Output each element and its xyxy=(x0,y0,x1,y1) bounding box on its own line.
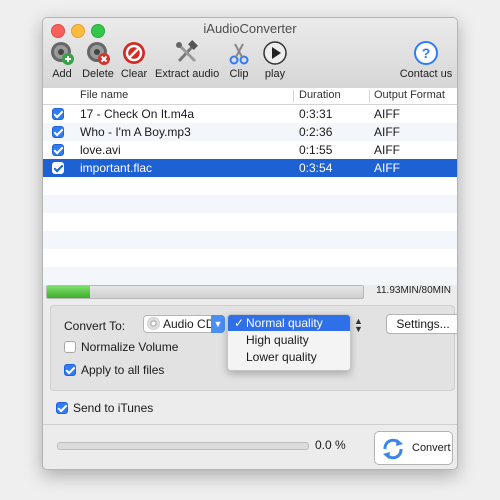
chevron-down-icon[interactable]: ▼ xyxy=(211,315,225,333)
target-format-popup[interactable]: Audio CD ▼ xyxy=(143,315,225,333)
convert-button[interactable]: Convert xyxy=(374,431,453,465)
row-checkbox[interactable] xyxy=(52,162,64,174)
file-name-cell: Who - I'm A Boy.mp3 xyxy=(80,125,191,139)
column-divider xyxy=(369,90,370,102)
menu-item-label: Lower quality xyxy=(246,350,317,364)
empty-row xyxy=(43,231,457,249)
capacity-bar-fill xyxy=(47,286,90,298)
add-file-icon xyxy=(49,40,75,66)
app-window: iAudioConverter Add Delete Clear Extract… xyxy=(42,17,458,470)
column-divider xyxy=(293,90,294,102)
settings-button[interactable]: Settings... xyxy=(386,314,457,334)
file-name-cell: important.flac xyxy=(80,161,153,175)
row-checkbox[interactable] xyxy=(52,126,64,138)
format-cell: AIFF xyxy=(374,125,400,139)
duration-cell: 0:2:36 xyxy=(299,125,333,139)
menu-item-label: High quality xyxy=(246,333,309,347)
quality-menu[interactable]: ✓ Normal quality High quality Lower qual… xyxy=(227,314,351,371)
titlebar: iAudioConverter Add Delete Clear Extract… xyxy=(43,18,457,89)
capacity-area: 11.93MIN/80MIN xyxy=(43,281,457,303)
add-button[interactable]: Add xyxy=(47,40,77,80)
file-name-cell: 17 - Check On It.m4a xyxy=(80,107,195,121)
empty-row xyxy=(43,249,457,267)
duration-cell: 0:1:55 xyxy=(299,143,333,157)
clear-button[interactable]: Clear xyxy=(119,40,149,80)
delete-button[interactable]: Delete xyxy=(81,40,115,80)
play-icon xyxy=(262,40,288,66)
file-name-cell: love.avi xyxy=(80,143,121,157)
target-format-value: Audio CD xyxy=(163,317,215,331)
table-row[interactable]: love.avi 0:1:55 AIFF xyxy=(43,141,457,159)
empty-row xyxy=(43,177,457,195)
normalize-volume-label: Normalize Volume xyxy=(81,340,179,354)
extract-audio-button[interactable]: Extract audio xyxy=(155,40,219,80)
contact-us-button[interactable]: ? Contact us xyxy=(399,40,453,80)
checkmark-icon: ✓ xyxy=(234,316,245,330)
add-label: Add xyxy=(52,68,72,80)
checkbox-box[interactable] xyxy=(56,402,68,414)
help-icon: ? xyxy=(413,40,439,66)
apply-all-label: Apply to all files xyxy=(81,363,165,377)
convert-refresh-icon xyxy=(381,437,405,461)
column-file-name[interactable]: File name xyxy=(80,89,128,101)
row-checkbox[interactable] xyxy=(52,144,64,156)
format-cell: AIFF xyxy=(374,161,400,175)
delete-label: Delete xyxy=(82,68,114,80)
convert-to-label: Convert To: xyxy=(64,319,126,333)
table-row[interactable]: Who - I'm A Boy.mp3 0:2:36 AIFF xyxy=(43,123,457,141)
duration-cell: 0:3:54 xyxy=(299,161,333,175)
send-to-itunes-label: Send to iTunes xyxy=(73,401,154,415)
divider xyxy=(43,424,457,425)
clip-button[interactable]: Clip xyxy=(225,40,253,80)
menu-item-high-quality[interactable]: High quality xyxy=(228,332,350,348)
extract-audio-label: Extract audio xyxy=(155,68,220,80)
table-header: File name Duration Output Format xyxy=(43,88,457,105)
contact-us-label: Contact us xyxy=(399,68,453,80)
empty-row xyxy=(43,213,457,231)
play-label: play xyxy=(264,68,286,80)
conversion-percent: 0.0 % xyxy=(315,438,346,452)
clip-label: Clip xyxy=(229,68,249,80)
clear-label: Clear xyxy=(120,68,148,80)
conversion-progress-bar xyxy=(57,442,309,450)
format-cell: AIFF xyxy=(374,107,400,121)
capacity-bar xyxy=(46,285,364,299)
play-button[interactable]: play xyxy=(261,40,289,80)
svg-text:?: ? xyxy=(422,45,431,61)
delete-file-icon xyxy=(85,40,111,66)
capacity-text: 11.93MIN/80MIN xyxy=(376,285,451,296)
table-row-selected[interactable]: important.flac 0:3:54 AIFF xyxy=(43,159,457,177)
window-title: iAudioConverter xyxy=(203,21,297,36)
checkbox-box[interactable] xyxy=(64,341,76,353)
table-row[interactable]: 17 - Check On It.m4a 0:3:31 AIFF xyxy=(43,105,457,123)
file-table[interactable]: File name Duration Output Format 17 - Ch… xyxy=(43,88,457,285)
empty-row xyxy=(43,195,457,213)
format-cell: AIFF xyxy=(374,143,400,157)
convert-label: Convert xyxy=(412,442,451,454)
column-duration[interactable]: Duration xyxy=(299,89,341,101)
column-output-format[interactable]: Output Format xyxy=(374,89,445,101)
cd-icon xyxy=(147,317,160,330)
quality-popup-arrows-icon[interactable]: ▲ ▼ xyxy=(354,317,364,334)
scissors-icon xyxy=(226,40,252,66)
checkbox-box[interactable] xyxy=(64,364,76,376)
menu-item-normal-quality[interactable]: ✓ Normal quality xyxy=(228,315,350,331)
menu-item-label: Normal quality xyxy=(246,316,323,330)
tools-icon xyxy=(174,40,200,66)
clear-icon xyxy=(121,40,147,66)
menu-item-lower-quality[interactable]: Lower quality xyxy=(228,349,350,365)
duration-cell: 0:3:31 xyxy=(299,107,333,121)
row-checkbox[interactable] xyxy=(52,108,64,120)
